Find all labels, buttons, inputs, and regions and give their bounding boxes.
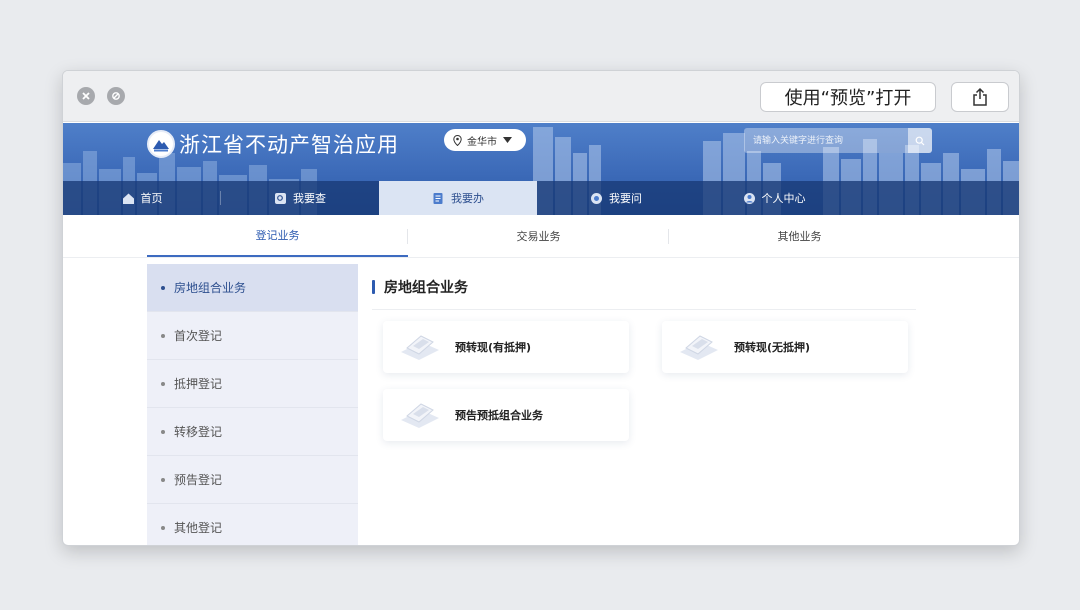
sidebar-item-label: 房地组合业务 [174,281,247,295]
main-navbar: 首页 我要查 我要办 我要问 个人中心 [63,181,1019,215]
nav-item-query[interactable]: 我要查 [221,181,379,215]
site-search [744,128,932,153]
nav-item-label: 我要办 [451,192,484,205]
tab-label: 交易业务 [516,230,561,243]
sidebar-item-label: 首次登记 [174,329,223,343]
service-card-advance-mortgage-combined[interactable]: 预告预抵组合业务 [383,389,629,441]
city-selector[interactable]: 金华市 [444,129,526,151]
site-logo [147,130,175,158]
close-window-button[interactable] [77,87,95,105]
search-doc-icon [274,192,287,205]
section-divider [372,309,916,310]
site-logo-group[interactable]: 浙江省不动产智治应用 [147,129,399,159]
tab-label: 登记业务 [255,229,300,242]
question-icon [590,192,603,205]
nav-item-personal-center[interactable]: 个人中心 [695,181,853,215]
sidebar-item-mortgage-registration[interactable]: 抵押登记 [147,360,358,408]
city-selector-label: 金华市 [467,136,497,148]
nav-item-handle[interactable]: 我要办 [379,181,537,215]
mountain-logo-icon [153,140,169,152]
search-input[interactable] [744,128,908,153]
bullet-icon [161,429,165,434]
minimize-window-button[interactable] [107,87,125,105]
tab-registration[interactable]: 登记业务 [147,215,408,257]
service-card-presale-to-current-with-mortgage[interactable]: 预转现(有抵押) [383,321,629,373]
share-button[interactable] [951,82,1009,112]
document-stack-icon [678,332,720,362]
location-pin-icon [453,134,462,146]
nav-item-label: 个人中心 [761,192,806,205]
document-stack-icon [399,400,441,430]
nav-item-label: 我要问 [609,192,642,205]
bullet-icon [161,333,165,338]
title-accent-bar [372,280,375,294]
nav-item-ask[interactable]: 我要问 [537,181,695,215]
forbidden-icon [112,92,120,100]
close-icon [82,92,90,100]
tab-other[interactable]: 其他业务 [669,215,930,257]
business-tabs: 登记业务 交易业务 其他业务 [147,215,932,257]
site-banner: 浙江省不动产智治应用 金华市 首页 [63,123,1019,215]
nav-item-label: 首页 [140,192,163,205]
tab-transaction[interactable]: 交易业务 [408,215,669,257]
bullet-icon [161,477,165,482]
search-button[interactable] [908,128,932,153]
nav-item-home[interactable]: 首页 [63,181,221,215]
sidebar-item-other-registration[interactable]: 其他登记 [147,504,358,545]
section-title: 房地组合业务 [372,277,468,297]
section-title-text: 房地组合业务 [384,280,468,296]
sidebar-item-first-registration[interactable]: 首次登记 [147,312,358,360]
home-icon [122,192,135,205]
sidebar-item-combined-business[interactable]: 房地组合业务 [147,264,358,312]
sidebar-item-label: 预告登记 [174,473,223,487]
handle-icon [432,192,445,205]
sidebar-item-advance-registration[interactable]: 预告登记 [147,456,358,504]
nav-item-label: 我要查 [293,192,326,205]
service-card-label: 预转现(有抵押) [455,341,532,354]
open-in-preview-button[interactable]: 使用“预览”打开 [760,82,936,112]
browser-window: 使用“预览”打开 浙江省不动产智治应用 金华市 请输入关键字进行查询 首页 我要… [62,70,1020,546]
sidebar-item-transfer-registration[interactable]: 转移登记 [147,408,358,456]
service-card-label: 预告预抵组合业务 [455,409,543,422]
sidebar-item-label: 抵押登记 [174,377,223,391]
sidebar-item-label: 其他登记 [174,521,223,535]
user-icon [743,192,756,205]
service-card-presale-to-current-without-mortgage[interactable]: 预转现(无抵押) [662,321,908,373]
site-title: 浙江省不动产智治应用 [179,133,399,157]
service-card-label: 预转现(无抵押) [734,341,811,354]
bullet-icon [161,285,165,290]
document-stack-icon [399,332,441,362]
share-icon [973,87,987,106]
tabs-divider [63,257,1019,258]
sidebar-item-label: 转移登记 [174,425,223,439]
category-sidebar: 房地组合业务 首次登记 抵押登记 转移登记 预告登记 其他登记 [147,264,358,545]
tab-label: 其他业务 [777,230,822,243]
caret-down-icon [503,137,512,143]
bullet-icon [161,525,165,530]
search-icon [915,136,925,145]
bullet-icon [161,381,165,386]
window-titlebar: 使用“预览”打开 [63,71,1019,122]
